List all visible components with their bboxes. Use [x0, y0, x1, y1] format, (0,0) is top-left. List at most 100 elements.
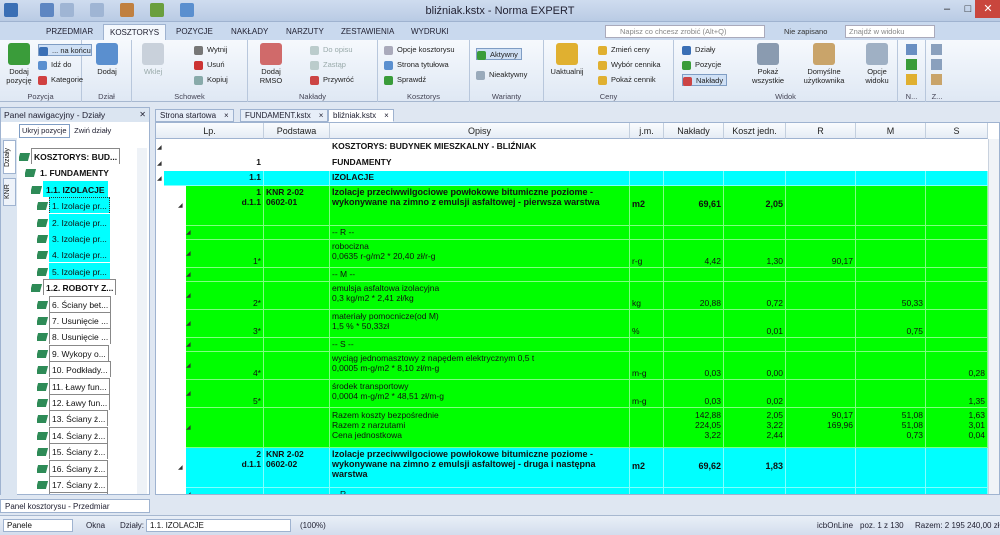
tool-icon[interactable]: [906, 44, 917, 55]
cell-desc[interactable]: materiały pomocnicze(od M) 1,5 % * 50,33…: [330, 310, 630, 338]
cell-cost[interactable]: [724, 226, 786, 240]
cell-unit[interactable]: m2: [630, 448, 664, 488]
cell-desc[interactable]: Izolacje przeciwwilgociowe powłokowe bit…: [330, 186, 630, 226]
cell-lp[interactable]: 1 d.1.1: [186, 186, 264, 226]
cell-s[interactable]: [926, 226, 988, 240]
cell-qty[interactable]: [664, 310, 724, 338]
cell-lp[interactable]: [186, 488, 264, 494]
cell-s[interactable]: [926, 338, 988, 352]
cell-base[interactable]: [264, 140, 330, 156]
cell-m[interactable]: 0,75: [856, 310, 926, 338]
cell-lp[interactable]: 2 d.1.1: [186, 448, 264, 488]
cell-qty[interactable]: 69,61: [664, 186, 724, 226]
tree-node[interactable]: 3. Izolacje pr...: [37, 230, 110, 246]
cell-desc[interactable]: -- R --: [330, 488, 630, 494]
tree-node[interactable]: 11. Ławy fun...: [37, 377, 110, 394]
cell-cost[interactable]: 0,01: [724, 310, 786, 338]
cell-lp[interactable]: 1.1: [164, 171, 264, 186]
expand-icon[interactable]: ◢: [186, 390, 191, 397]
cell-unit[interactable]: m-g: [630, 380, 664, 408]
tree-node[interactable]: 13. Ściany ż...: [37, 410, 109, 427]
estimate-options-button[interactable]: Opcje kosztorysu: [384, 44, 455, 56]
doc-tab-fundament[interactable]: FUNDAMENT.kstx ×: [240, 109, 329, 122]
tab-zestawienia[interactable]: ZESTAWIENIA: [335, 24, 400, 40]
cell-s[interactable]: 1,35: [926, 380, 988, 408]
expand-icon[interactable]: ◢: [186, 362, 191, 369]
cell-m[interactable]: [856, 448, 926, 488]
windows-label[interactable]: Okna: [86, 520, 105, 532]
collapse-sections-button[interactable]: Zwiń działy: [72, 125, 113, 137]
cell-desc[interactable]: -- M --: [330, 268, 630, 282]
categories-button[interactable]: Kategorie: [38, 74, 83, 86]
cell-desc[interactable]: środek transportowy 0,0004 m-g/m2 * 48,5…: [330, 380, 630, 408]
cell-lp[interactable]: 5*: [186, 380, 264, 408]
cell-m[interactable]: 51,08 51,08 0,73: [856, 408, 926, 448]
show-pricelist-button[interactable]: Pokaż cennik: [598, 74, 656, 86]
cell-unit[interactable]: [630, 171, 664, 186]
tree-node[interactable]: 1. FUNDAMENTY: [25, 164, 112, 180]
cell-unit[interactable]: r-g: [630, 240, 664, 268]
cell-m[interactable]: [856, 226, 926, 240]
cell-desc[interactable]: -- R --: [330, 226, 630, 240]
cell-s[interactable]: 1,63 3,01 0,04: [926, 408, 988, 448]
tree-node[interactable]: 15. Ściany ż...: [37, 443, 109, 460]
tab-narzuty[interactable]: NARZUTY: [280, 24, 330, 40]
cell-lp[interactable]: 4*: [186, 352, 264, 380]
cell-cost[interactable]: [724, 140, 786, 156]
cell-r[interactable]: 90,17: [786, 240, 856, 268]
cell-lp[interactable]: [186, 226, 264, 240]
section-select[interactable]: 1.1. IZOLACJE: [146, 519, 291, 532]
tree-node[interactable]: 1.2. ROBOTY Z...: [31, 279, 117, 296]
tab-naklady[interactable]: NAKŁADY: [225, 24, 274, 40]
cell-lp[interactable]: 2*: [186, 282, 264, 310]
cell-base[interactable]: [264, 240, 330, 268]
cell-r[interactable]: [786, 186, 856, 226]
tree-node[interactable]: 6. Ściany bet...: [37, 295, 112, 312]
cell-cost[interactable]: 1,30: [724, 240, 786, 268]
doc-tab-start[interactable]: Strona startowa ×: [155, 109, 234, 122]
command-search-input[interactable]: Napisz co chcesz zrobić (Alt+Q): [605, 25, 765, 38]
tree-node[interactable]: 12. Ławy fun...: [37, 394, 111, 410]
cell-unit[interactable]: kg: [630, 282, 664, 310]
cell-m[interactable]: [856, 171, 926, 186]
cell-m[interactable]: 50,33: [856, 282, 926, 310]
show-all-button[interactable]: Pokaż wszystkie: [746, 43, 790, 85]
cell-m[interactable]: [856, 268, 926, 282]
bottom-panel-tab[interactable]: Panel kosztorysu - Przedmiar: [0, 499, 150, 513]
cell-r[interactable]: [786, 226, 856, 240]
cell-r[interactable]: 90,17 169,96: [786, 408, 856, 448]
cell-s[interactable]: [926, 310, 988, 338]
cell-r[interactable]: [786, 156, 856, 171]
cell-s[interactable]: [926, 282, 988, 310]
cell-desc[interactable]: Izolacje przeciwwilgociowe powłokowe bit…: [330, 448, 630, 488]
cell-base[interactable]: [264, 282, 330, 310]
table-row[interactable]: 3* materiały pomocnicze(od M) 1,5 % * 50,…: [156, 310, 988, 338]
cell-unit[interactable]: m-g: [630, 352, 664, 380]
tree-node[interactable]: KOSZTORYS: BUD...: [19, 148, 121, 164]
tree-node[interactable]: 1.1. IZOLACJE: [31, 180, 108, 197]
cell-r[interactable]: [786, 268, 856, 282]
column-header[interactable]: Lp.: [156, 123, 264, 139]
cell-r[interactable]: [786, 282, 856, 310]
cell-base[interactable]: [264, 352, 330, 380]
expand-icon[interactable]: ◢: [178, 202, 183, 209]
cell-unit[interactable]: [630, 338, 664, 352]
column-header[interactable]: Koszt jedn.: [724, 123, 786, 139]
expand-icon[interactable]: ◢: [157, 160, 162, 167]
cell-m[interactable]: [856, 380, 926, 408]
cell-unit[interactable]: %: [630, 310, 664, 338]
expand-icon[interactable]: ◢: [186, 271, 191, 278]
cell-r[interactable]: [786, 310, 856, 338]
table-row[interactable]: 5* środek transportowy 0,0004 m-g/m2 * 48…: [156, 380, 988, 408]
cell-qty[interactable]: [664, 171, 724, 186]
add-rmso-button[interactable]: Dodaj RMSO: [254, 43, 288, 85]
tree-node[interactable]: 9. Wykopy o...: [37, 344, 109, 361]
expand-icon[interactable]: ◢: [186, 491, 191, 494]
cell-cost[interactable]: [724, 268, 786, 282]
cell-s[interactable]: [926, 268, 988, 282]
cell-s[interactable]: 0,28: [926, 352, 988, 380]
tree-node[interactable]: 10. Podkłady...: [37, 361, 111, 378]
cell-s[interactable]: [926, 140, 988, 156]
tree-node[interactable]: 7. Usunięcie ...: [37, 312, 112, 328]
table-row[interactable]: -- R -- ◢: [156, 488, 988, 494]
